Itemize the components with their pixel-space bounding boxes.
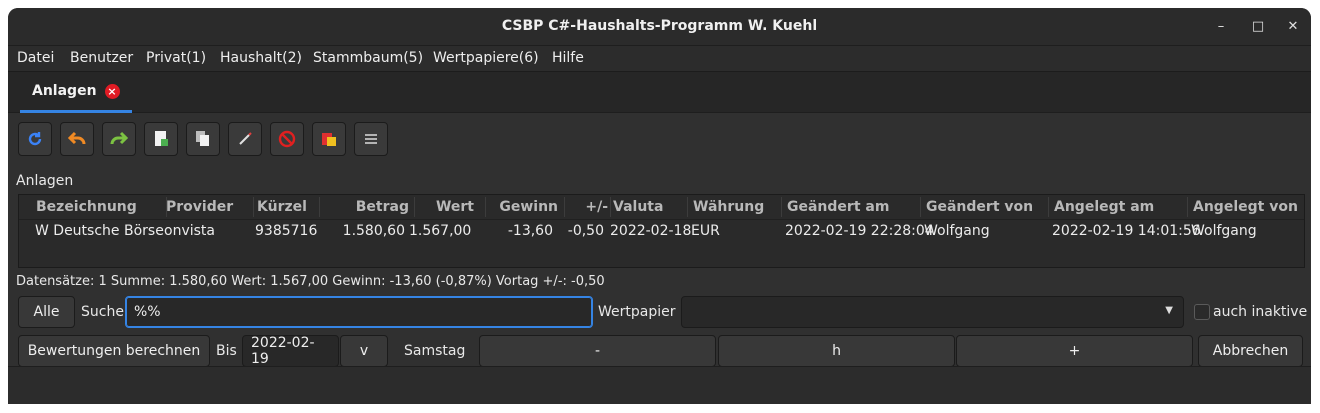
search-input[interactable]: %%: [125, 296, 593, 328]
edit-icon: [239, 132, 252, 145]
new-icon: [155, 131, 168, 146]
date-input[interactable]: 2022-02-19: [242, 335, 339, 367]
table-header: Bezeichnung Provider Kürzel Betrag Wert …: [19, 195, 1304, 220]
today-button[interactable]: h: [718, 335, 955, 367]
minimize-button[interactable]: –: [1210, 16, 1232, 38]
delete-icon: [278, 130, 296, 148]
search-value: %%: [134, 304, 161, 320]
copy-icon: [196, 131, 209, 146]
security-select[interactable]: ▼: [681, 296, 1184, 328]
all-button[interactable]: Alle: [18, 296, 75, 328]
tab-anlagen[interactable]: Anlagen ×: [20, 72, 132, 113]
menu-benutzer[interactable]: Benutzer: [70, 50, 133, 66]
menu-bar: Datei Benutzer Privat(1) Haushalt(2) Sta…: [8, 46, 1311, 72]
menu-stammbaum[interactable]: Stammbaum(5): [313, 50, 423, 66]
col-geaendert-am[interactable]: Geändert am: [787, 199, 889, 215]
copy-button[interactable]: [186, 122, 220, 156]
menu-datei[interactable]: Datei: [17, 50, 54, 66]
tab-bar: Anlagen ×: [8, 72, 1311, 113]
previous-day-button[interactable]: -: [479, 335, 716, 367]
main-content: Anlagen Bezeichnung Provider Kürzel Betr…: [8, 113, 1311, 404]
refresh-icon: [28, 132, 42, 146]
col-angelegt-von[interactable]: Angelegt von: [1193, 199, 1298, 215]
inactive-label: auch inaktive: [1213, 304, 1308, 320]
cell-geaendert-am: 2022-02-19 22:28:04: [785, 223, 934, 239]
section-label: Anlagen: [16, 173, 74, 189]
col-plusminus[interactable]: +/-: [564, 199, 608, 215]
status-summary: Datensätze: 1 Summe: 1.580,60 Wert: 1.56…: [16, 274, 605, 289]
cell-valuta: 2022-02-18: [610, 223, 692, 239]
cell-wert: 1.567,00: [409, 223, 472, 239]
hamburger-icon: [365, 134, 377, 144]
table-row[interactable]: W Deutsche Börse onvista 9385716 1.580,6…: [19, 219, 1304, 243]
maximize-button[interactable]: □: [1247, 16, 1269, 38]
bottom-area: [8, 366, 1311, 404]
app-window: CSBP C#-Haushalts-Programm W. Kuehl – □ …: [8, 8, 1311, 404]
cell-angelegt-von: Wolfgang: [1191, 223, 1257, 239]
search-label: Suche: [81, 304, 124, 320]
col-wert[interactable]: Wert: [414, 199, 474, 215]
delete-button[interactable]: [270, 122, 304, 156]
tab-close-icon[interactable]: ×: [104, 83, 120, 99]
cell-kuerzel: 9385716: [255, 223, 318, 239]
menu-wertpapiere[interactable]: Wertpapiere(6): [433, 50, 539, 66]
edit-button[interactable]: [228, 122, 262, 156]
window-title: CSBP C#-Haushalts-Programm W. Kuehl: [501, 18, 818, 34]
undo-button[interactable]: [60, 122, 94, 156]
next-day-button[interactable]: +: [956, 335, 1193, 367]
redo-icon: [110, 131, 129, 145]
cell-geaendert-von: Wolfgang: [924, 223, 990, 239]
calculate-valuations-button[interactable]: Bewertungen berechnen: [18, 335, 210, 367]
refresh-button[interactable]: [18, 122, 52, 156]
until-label: Bis: [216, 343, 237, 359]
col-bezeichnung[interactable]: Bezeichnung: [36, 199, 137, 215]
data-table[interactable]: Bezeichnung Provider Kürzel Betrag Wert …: [18, 194, 1305, 268]
menu-button[interactable]: [354, 122, 388, 156]
redo-button[interactable]: [102, 122, 136, 156]
cell-angelegt-am: 2022-02-19 14:01:56: [1052, 223, 1201, 239]
menu-privat[interactable]: Privat(1): [146, 50, 206, 66]
cell-bezeichnung: W Deutsche Börse: [35, 223, 164, 239]
col-angelegt-am[interactable]: Angelegt am: [1054, 199, 1154, 215]
date-value: 2022-02-19: [251, 335, 315, 367]
cell-waehrung: EUR: [691, 223, 720, 239]
weekday-label: Samstag: [404, 343, 466, 359]
title-bar: CSBP C#-Haushalts-Programm W. Kuehl – □ …: [8, 8, 1311, 46]
security-label: Wertpapier: [598, 304, 676, 320]
print-button[interactable]: [312, 122, 346, 156]
tab-label: Anlagen: [32, 83, 97, 99]
col-gewinn[interactable]: Gewinn: [485, 199, 558, 215]
cell-provider: onvista: [164, 223, 215, 239]
menu-haushalt[interactable]: Haushalt(2): [220, 50, 302, 66]
col-betrag[interactable]: Betrag: [319, 199, 409, 215]
cell-betrag: 1.580,60: [342, 223, 405, 239]
cancel-button[interactable]: Abbrechen: [1198, 335, 1303, 367]
print-icon: [322, 133, 336, 146]
col-waehrung[interactable]: Währung: [693, 199, 764, 215]
new-button[interactable]: [144, 122, 178, 156]
col-valuta[interactable]: Valuta: [613, 199, 663, 215]
menu-hilfe[interactable]: Hilfe: [552, 50, 584, 66]
cell-gewinn: -13,60: [507, 223, 553, 239]
chevron-down-icon: ▼: [1165, 305, 1173, 316]
undo-icon: [67, 131, 86, 145]
inactive-checkbox[interactable]: [1194, 304, 1210, 320]
col-provider[interactable]: Provider: [166, 199, 233, 215]
col-kuerzel[interactable]: Kürzel: [257, 199, 307, 215]
date-picker-button[interactable]: v: [340, 335, 388, 367]
cell-plusminus: -0,50: [567, 223, 604, 239]
close-window-button[interactable]: ✕: [1282, 16, 1304, 38]
col-geaendert-von[interactable]: Geändert von: [926, 199, 1033, 215]
